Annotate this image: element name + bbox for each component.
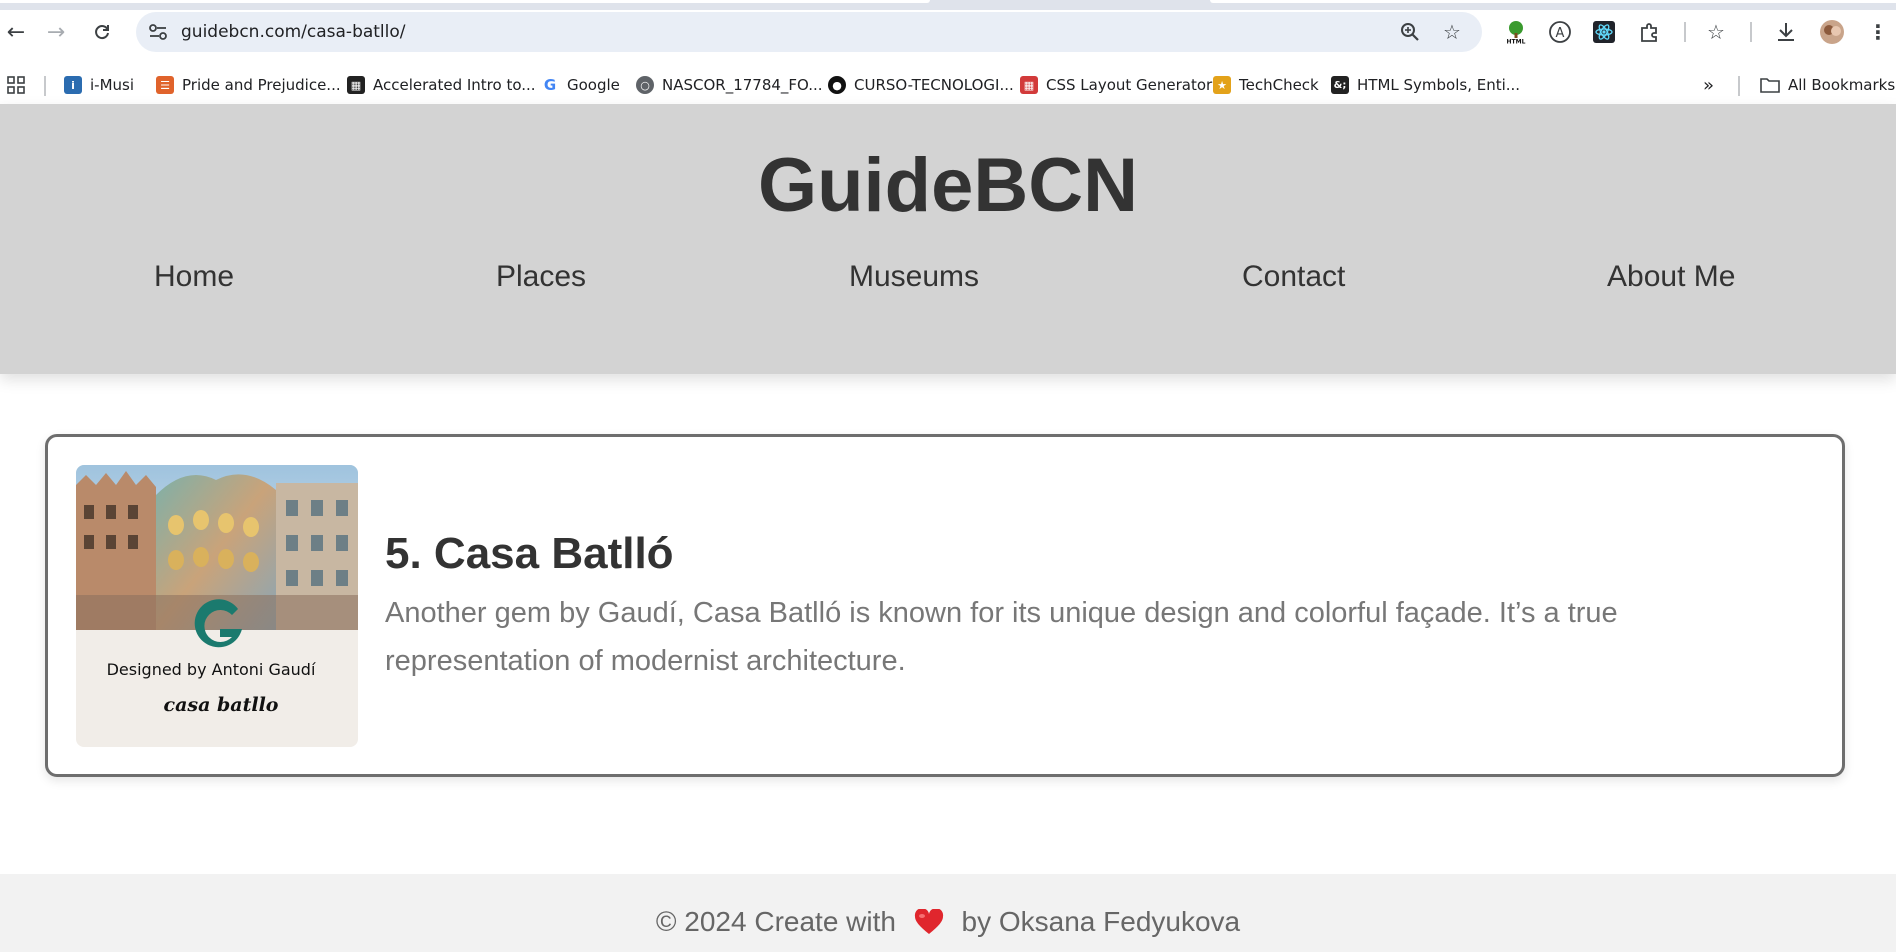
puzzle-icon: [1641, 23, 1657, 42]
extension-react-button[interactable]: [1588, 16, 1620, 48]
browser-toolbar: ← → guidebcn.com/casa-batllo/ ☆ HTML A ☆…: [0, 0, 1896, 66]
tab-strip-edge: [0, 0, 930, 3]
bookmark-item[interactable]: ☰ Pride and Prejudice...: [156, 72, 341, 98]
svg-text:HTML: HTML: [1507, 39, 1526, 46]
card-title: 5. Casa Batlló: [385, 529, 674, 578]
arrow-right-icon: →: [46, 19, 66, 45]
casa-batllo-logo-icon: [194, 599, 242, 648]
reload-icon: [95, 25, 109, 40]
peacock-icon: ★: [1213, 76, 1231, 94]
heart-icon: [914, 909, 943, 934]
url-text[interactable]: guidebcn.com/casa-batllo/: [181, 22, 406, 42]
casa-batllo-image: Designed by Antoni Gaudí casa batllo: [76, 465, 358, 747]
apps-grid-icon: [7, 76, 25, 94]
folder-icon: [1760, 78, 1780, 93]
more-bookmarks-button[interactable]: »: [1703, 72, 1714, 98]
all-bookmarks-button[interactable]: All Bookmarks: [1760, 72, 1895, 98]
bookmark-label: i-Musi: [90, 76, 135, 94]
bookmark-item[interactable]: &; HTML Symbols, Enti...: [1331, 72, 1520, 98]
image-caption-brand: casa batllo: [163, 694, 279, 716]
star-outline-icon: ☆: [1443, 20, 1461, 44]
address-bar[interactable]: guidebcn.com/casa-batllo/ ☆: [136, 12, 1482, 52]
tab-strip: [0, 0, 1896, 10]
bookmark-item[interactable]: i i-Musi: [64, 72, 134, 98]
nav-places[interactable]: Places: [496, 260, 586, 294]
bookmark-label: CSS Layout Generator: [1046, 76, 1213, 94]
html-entities-icon: &;: [1331, 76, 1349, 94]
bookmark-star-button[interactable]: ☆: [1438, 18, 1466, 46]
bookmarks-panel-button[interactable]: ☆: [1700, 16, 1732, 48]
react-devtools-icon: [1593, 21, 1615, 43]
bookmark-item[interactable]: ○ NASCOR_17784_FO...: [636, 72, 823, 98]
bookmark-label: HTML Symbols, Enti...: [1357, 76, 1521, 94]
footer-suffix: by Oksana Fedyukova: [961, 906, 1241, 937]
extensions-button[interactable]: [1634, 16, 1666, 48]
zoom-icon: [1401, 23, 1419, 41]
menu-button[interactable]: ⋮: [1862, 16, 1894, 48]
circled-a-icon: A: [1549, 21, 1571, 43]
reload-button[interactable]: [86, 16, 118, 48]
site-header: GuideBCN Home Places Museums Contact Abo…: [0, 104, 1896, 374]
profile-button[interactable]: [1816, 16, 1848, 48]
site-info-button[interactable]: [144, 18, 172, 46]
bookmark-item[interactable]: G Google: [541, 72, 620, 98]
tune-icon: [149, 24, 167, 40]
bookmark-label: Pride and Prejudice...: [182, 76, 341, 94]
apps-button[interactable]: [7, 72, 25, 98]
footer-prefix: © 2024 Create with: [655, 906, 896, 937]
zoom-button[interactable]: [1396, 18, 1424, 46]
grid-logo-icon: ▦: [347, 76, 365, 94]
star-list-icon: ☆: [1707, 20, 1725, 44]
css-grid-icon: ▦: [1020, 76, 1038, 94]
card-description: Another gem by Gaudí, Casa Batlló is kno…: [385, 597, 1618, 677]
more-vert-icon: ⋮: [1868, 20, 1888, 44]
place-card: Designed by Antoni Gaudí casa batllo 5. …: [45, 434, 1845, 777]
github-icon: ●: [828, 76, 846, 94]
extension-a-button[interactable]: A: [1544, 16, 1576, 48]
bookmark-label: NASCOR_17784_FO...: [662, 76, 823, 94]
bookmarks-divider: [1738, 76, 1740, 96]
downloads-button[interactable]: [1770, 16, 1802, 48]
bookmark-item[interactable]: ▦ Accelerated Intro to...: [347, 72, 536, 98]
image-caption-designer: Designed by Antoni Gaudí: [106, 660, 316, 679]
footer-credit: © 2024 Create with by Oksana Fedyukova: [0, 906, 1896, 938]
nav-museums[interactable]: Museums: [849, 260, 979, 294]
tab-strip-edge-right: [1210, 0, 1896, 3]
bookmark-label: Accelerated Intro to...: [373, 76, 536, 94]
extension-tree-button[interactable]: HTML: [1500, 16, 1532, 48]
back-button[interactable]: ←: [0, 16, 32, 48]
imusi-icon: i: [64, 76, 82, 94]
nav-about-me[interactable]: About Me: [1607, 260, 1735, 294]
book-stack-icon: ☰: [156, 76, 174, 94]
forward-button[interactable]: →: [40, 16, 72, 48]
bookmark-label: TechCheck: [1239, 76, 1319, 94]
download-icon: [1778, 23, 1794, 41]
bookmarks-bar: i i-Musi ☰ Pride and Prejudice... ▦ Acce…: [0, 66, 1896, 104]
arrow-left-icon: ←: [6, 19, 26, 45]
bookmarks-divider: [44, 76, 46, 96]
bookmark-item[interactable]: ★ TechCheck: [1213, 72, 1319, 98]
all-bookmarks-label: All Bookmarks: [1788, 76, 1896, 94]
toolbar-divider: [1750, 22, 1752, 42]
nav-home[interactable]: Home: [154, 260, 234, 294]
nav-contact[interactable]: Contact: [1242, 260, 1345, 294]
double-chevron-icon: »: [1703, 74, 1715, 96]
google-icon: G: [541, 76, 559, 94]
site-title: GuideBCN: [758, 143, 1138, 228]
bookmark-item[interactable]: ● CURSO-TECNOLOGI...: [828, 72, 1014, 98]
avatar: [1820, 20, 1844, 44]
globe-icon: ○: [636, 76, 654, 94]
bookmark-label: CURSO-TECNOLOGI...: [854, 76, 1014, 94]
toolbar-divider: [1684, 22, 1686, 42]
html-tree-icon: HTML: [1507, 21, 1526, 46]
svg-text:A: A: [1556, 26, 1565, 41]
site-footer: © 2024 Create with by Oksana Fedyukova: [0, 874, 1896, 952]
bookmark-item[interactable]: ▦ CSS Layout Generator: [1020, 72, 1212, 98]
bookmark-label: Google: [567, 76, 620, 94]
